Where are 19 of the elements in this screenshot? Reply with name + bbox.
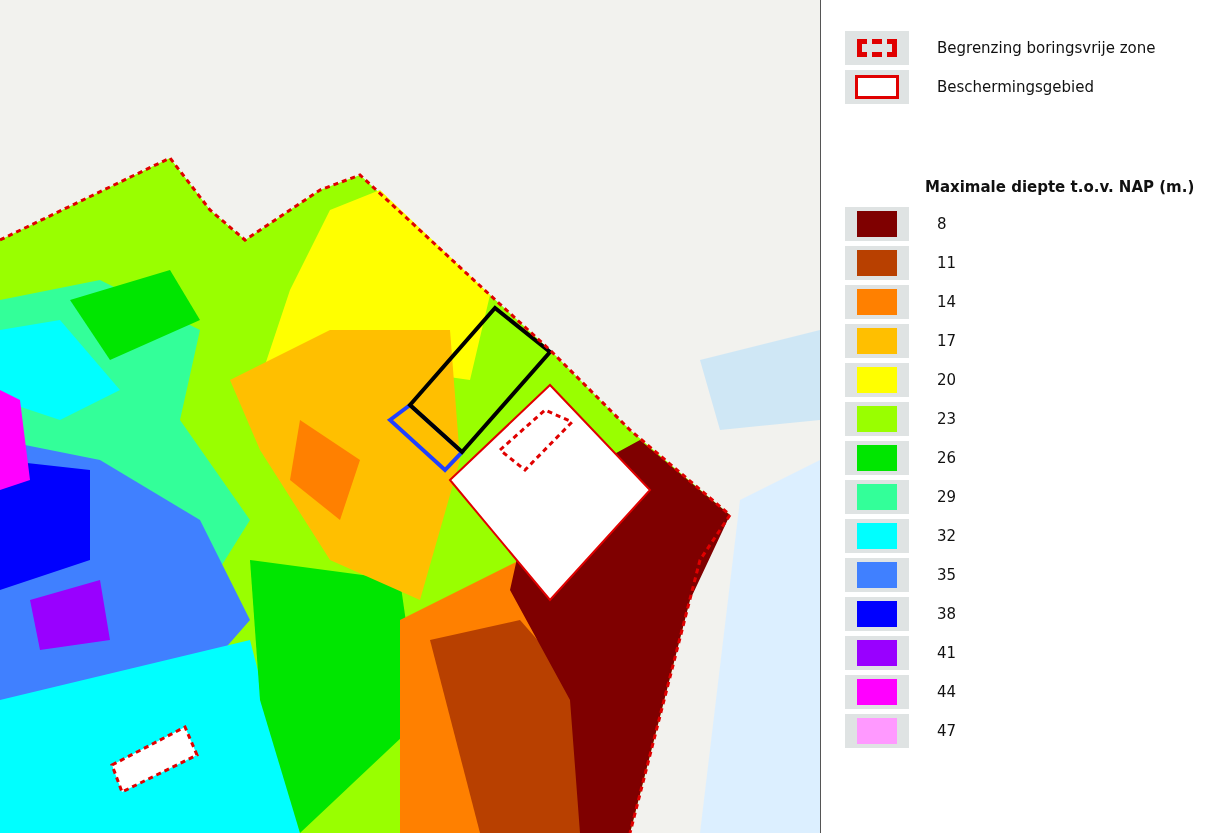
- depth-value: 41: [937, 643, 957, 662]
- depth-value: 38: [937, 604, 957, 623]
- legend-label: Begrenzing boringsvrije zone: [937, 38, 1156, 57]
- depth-value: 44: [937, 682, 957, 701]
- depth-value: 17: [937, 331, 957, 350]
- depth-value: 32: [937, 526, 957, 545]
- solid-boundary-symbol: [855, 74, 899, 99]
- legend-label: Beschermingsgebied: [937, 77, 1095, 96]
- depth-value: 35: [937, 565, 957, 584]
- depth-value: 20: [937, 370, 957, 389]
- depth-value: 47: [937, 721, 957, 740]
- depth-value: 11: [937, 253, 957, 272]
- depth-value: 8: [937, 214, 947, 233]
- depth-value: 29: [937, 487, 957, 506]
- depth-value: 23: [937, 409, 957, 428]
- depth-value: 26: [937, 448, 957, 467]
- depth-value: 14: [937, 292, 957, 311]
- dashed-boundary-symbol: [857, 38, 897, 57]
- legend-title: Maximale diepte t.o.v. NAP (m.): [925, 178, 1196, 196]
